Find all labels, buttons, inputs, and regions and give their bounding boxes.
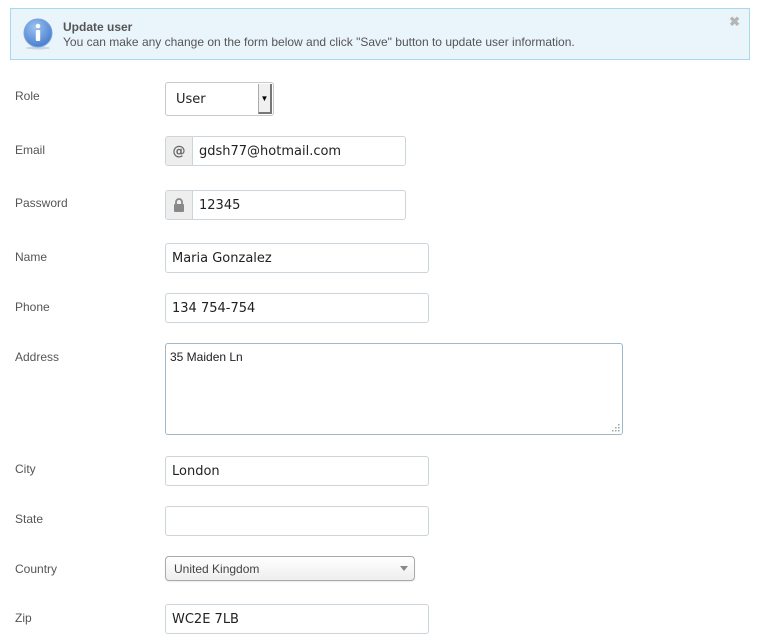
at-icon: @ — [166, 137, 193, 165]
lock-icon — [166, 191, 193, 219]
info-icon — [23, 18, 53, 50]
chevron-down-icon — [400, 566, 408, 571]
email-label: Email — [15, 143, 46, 157]
city-label: City — [15, 462, 36, 476]
alert-message: You can make any change on the form belo… — [63, 35, 575, 49]
alert-title: Update user — [63, 20, 133, 34]
city-input[interactable]: London — [165, 456, 429, 486]
phone-label: Phone — [15, 300, 50, 314]
update-user-alert: Update user You can make any change on t… — [10, 8, 750, 60]
country-select[interactable]: United Kingdom — [165, 556, 415, 581]
address-textarea[interactable]: 35 Maiden Ln — [165, 343, 623, 435]
name-input[interactable]: Maria Gonzalez — [165, 243, 429, 273]
state-input[interactable] — [165, 506, 429, 536]
country-label: Country — [15, 562, 58, 576]
address-label: Address — [15, 350, 60, 364]
name-label: Name — [15, 250, 48, 264]
password-field-group: 12345 — [165, 190, 406, 220]
state-label: State — [15, 512, 44, 526]
zip-input[interactable]: WC2E 7LB — [165, 604, 429, 634]
phone-input[interactable]: 134 754-754 — [165, 293, 429, 323]
role-value: User — [176, 91, 206, 107]
email-field-group: @ gdsh77@hotmail.com — [165, 136, 406, 166]
email-field[interactable]: gdsh77@hotmail.com — [193, 137, 405, 165]
chevron-down-icon[interactable]: ▼ — [258, 84, 272, 114]
country-value: United Kingdom — [174, 561, 260, 576]
resize-grip-icon[interactable] — [610, 422, 620, 432]
address-value: 35 Maiden Ln — [170, 350, 243, 364]
zip-label: Zip — [15, 611, 32, 625]
close-icon[interactable]: ✖ — [729, 14, 740, 30]
password-label: Password — [15, 196, 68, 210]
password-field[interactable]: 12345 — [193, 191, 405, 219]
role-select[interactable]: User ▼ — [165, 82, 274, 116]
role-label: Role — [15, 89, 40, 103]
